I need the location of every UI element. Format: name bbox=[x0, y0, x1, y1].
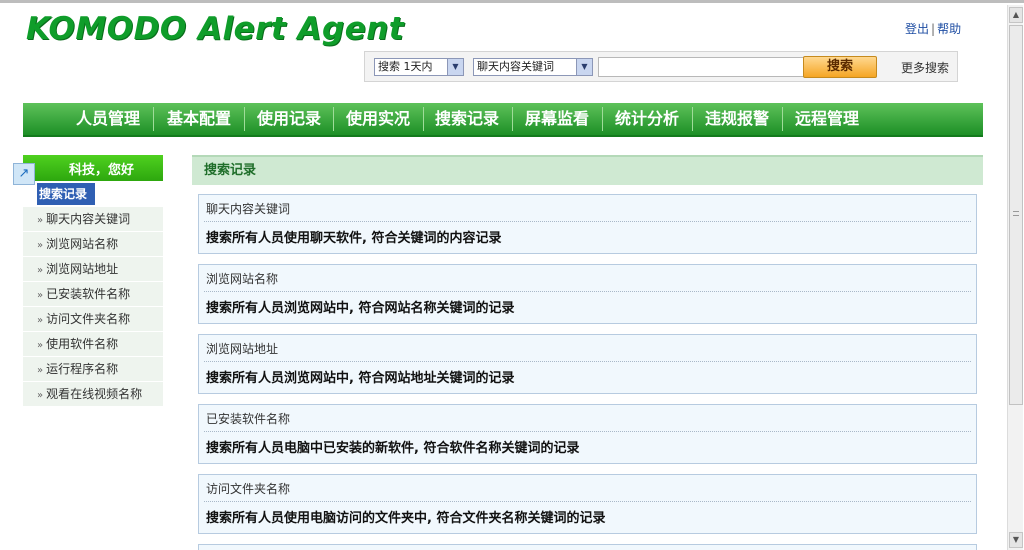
card-title[interactable]: 访问文件夹名称 bbox=[206, 480, 290, 497]
nav-item-screen[interactable]: 屏幕监看 bbox=[512, 103, 602, 135]
expand-arrow-icon[interactable]: ↗ bbox=[13, 163, 35, 185]
card-description: 搜索所有人员使用聊天软件, 符合关键词的内容记录 bbox=[206, 231, 502, 246]
sidebar-item-software-used[interactable]: » 使用软件名称 bbox=[23, 332, 163, 357]
sidebar-item-installed-software[interactable]: » 已安装软件名称 bbox=[23, 282, 163, 307]
search-button[interactable]: 搜索 bbox=[803, 56, 877, 78]
nav-item-alerts[interactable]: 违规报警 bbox=[692, 103, 782, 135]
card-title[interactable]: 浏览网站地址 bbox=[206, 340, 278, 357]
keyword-input[interactable] bbox=[598, 57, 804, 77]
sidebar-item-label: 观看在线视频名称 bbox=[46, 387, 143, 401]
search-card-folder-name[interactable]: 访问文件夹名称 搜索所有人员使用电脑访问的文件夹中, 符合文件夹名称关键词的记录 bbox=[198, 474, 977, 534]
card-title[interactable]: 浏览网站名称 bbox=[206, 270, 278, 287]
type-select[interactable]: 聊天内容关键词 ▼ bbox=[473, 58, 593, 76]
sidebar-item-running-program[interactable]: » 运行程序名称 bbox=[23, 357, 163, 382]
nav-item-live[interactable]: 使用实况 bbox=[333, 103, 423, 135]
nav-item-people[interactable]: 人员管理 bbox=[63, 103, 153, 135]
main-nav: 人员管理 基本配置 使用记录 使用实况 搜索记录 屏幕监看 统计分析 违规报警 … bbox=[23, 103, 983, 137]
scroll-grip-icon bbox=[1013, 211, 1019, 216]
user-greeting: 科技，您好 bbox=[69, 163, 135, 178]
bullet-icon: » bbox=[37, 265, 44, 276]
bullet-icon: » bbox=[37, 340, 44, 351]
window-top-border bbox=[0, 0, 1024, 3]
card-description: 搜索所有人员浏览网站中, 符合网站地址关键词的记录 bbox=[206, 371, 515, 386]
bullet-icon: » bbox=[37, 365, 44, 376]
search-bar: 搜索 1天内 ▼ 聊天内容关键词 ▼ 搜索 更多搜索 bbox=[364, 51, 958, 82]
bullet-icon: » bbox=[37, 290, 44, 301]
more-search-link[interactable]: 更多搜索 bbox=[901, 59, 949, 76]
scroll-down-icon[interactable]: ▼ bbox=[1009, 532, 1023, 548]
range-select[interactable]: 搜索 1天内 ▼ bbox=[374, 58, 464, 76]
sidebar-item-label: 访问文件夹名称 bbox=[46, 312, 131, 326]
sidebar-item-label: 浏览网站地址 bbox=[46, 262, 119, 276]
card-divider bbox=[204, 361, 971, 362]
nav-item-usage[interactable]: 使用记录 bbox=[244, 103, 334, 135]
search-card-website-url[interactable]: 浏览网站地址 搜索所有人员浏览网站中, 符合网站地址关键词的记录 bbox=[198, 334, 977, 394]
range-select-value: 搜索 1天内 bbox=[378, 60, 433, 73]
help-link[interactable]: 帮助 bbox=[937, 22, 961, 36]
page-title: 搜索记录 bbox=[192, 155, 983, 185]
card-divider bbox=[204, 431, 971, 432]
top-links: 登出 | 帮助 bbox=[905, 20, 961, 37]
sidebar-item-label: 使用软件名称 bbox=[46, 337, 119, 351]
search-card-chat-keyword[interactable]: 聊天内容关键词 搜索所有人员使用聊天软件, 符合关键词的内容记录 bbox=[198, 194, 977, 254]
card-title[interactable]: 聊天内容关键词 bbox=[206, 200, 290, 217]
chevron-down-icon[interactable]: ▼ bbox=[576, 59, 592, 75]
sidebar-item-folder-name[interactable]: » 访问文件夹名称 bbox=[23, 307, 163, 332]
type-select-value: 聊天内容关键词 bbox=[477, 60, 554, 73]
bullet-icon: » bbox=[37, 390, 44, 401]
bullet-icon: » bbox=[37, 315, 44, 326]
chevron-down-icon[interactable]: ▼ bbox=[447, 59, 463, 75]
search-card-partial bbox=[198, 544, 977, 550]
logout-link[interactable]: 登出 bbox=[905, 22, 929, 36]
nav-item-search[interactable]: 搜索记录 bbox=[422, 103, 512, 135]
bullet-icon: » bbox=[37, 240, 44, 251]
sidebar-item-label: 已安装软件名称 bbox=[46, 287, 131, 301]
sidebar-active-section[interactable]: 搜索记录 bbox=[37, 183, 95, 205]
sidebar-header: 科技，您好 bbox=[23, 155, 163, 181]
sidebar-item-label: 运行程序名称 bbox=[46, 362, 119, 376]
card-description: 搜索所有人员浏览网站中, 符合网站名称关键词的记录 bbox=[206, 301, 515, 316]
card-divider bbox=[204, 501, 971, 502]
bullet-icon: » bbox=[37, 215, 44, 226]
nav-item-stats[interactable]: 统计分析 bbox=[602, 103, 692, 135]
nav-item-remote[interactable]: 远程管理 bbox=[782, 103, 872, 135]
card-description: 搜索所有人员电脑中已安装的新软件, 符合软件名称关键词的记录 bbox=[206, 441, 580, 456]
card-divider bbox=[204, 291, 971, 292]
search-card-installed-software[interactable]: 已安装软件名称 搜索所有人员电脑中已安装的新软件, 符合软件名称关键词的记录 bbox=[198, 404, 977, 464]
sidebar-item-online-video[interactable]: » 观看在线视频名称 bbox=[23, 382, 163, 407]
card-description: 搜索所有人员使用电脑访问的文件夹中, 符合文件夹名称关键词的记录 bbox=[206, 511, 606, 526]
card-divider bbox=[204, 221, 971, 222]
scroll-thumb[interactable] bbox=[1009, 25, 1023, 405]
sidebar-item-label: 聊天内容关键词 bbox=[46, 212, 131, 226]
sidebar-item-website-url[interactable]: » 浏览网站地址 bbox=[23, 257, 163, 282]
sidebar-list: » 聊天内容关键词 » 浏览网站名称 » 浏览网站地址 » 已安装软件名称 » 访问文件夹… bbox=[23, 207, 163, 407]
link-separator: | bbox=[931, 22, 936, 36]
sidebar-item-label: 浏览网站名称 bbox=[46, 237, 119, 251]
sidebar-item-chat-keyword[interactable]: » 聊天内容关键词 bbox=[23, 207, 163, 232]
vertical-scrollbar[interactable]: ▲ ▼ bbox=[1007, 5, 1023, 550]
card-title[interactable]: 已安装软件名称 bbox=[206, 410, 290, 427]
app-logo: KOMODO Alert Agent bbox=[26, 11, 405, 47]
nav-item-config[interactable]: 基本配置 bbox=[154, 103, 244, 135]
scroll-up-icon[interactable]: ▲ bbox=[1009, 7, 1023, 23]
search-card-website-name[interactable]: 浏览网站名称 搜索所有人员浏览网站中, 符合网站名称关键词的记录 bbox=[198, 264, 977, 324]
sidebar-item-website-name[interactable]: » 浏览网站名称 bbox=[23, 232, 163, 257]
